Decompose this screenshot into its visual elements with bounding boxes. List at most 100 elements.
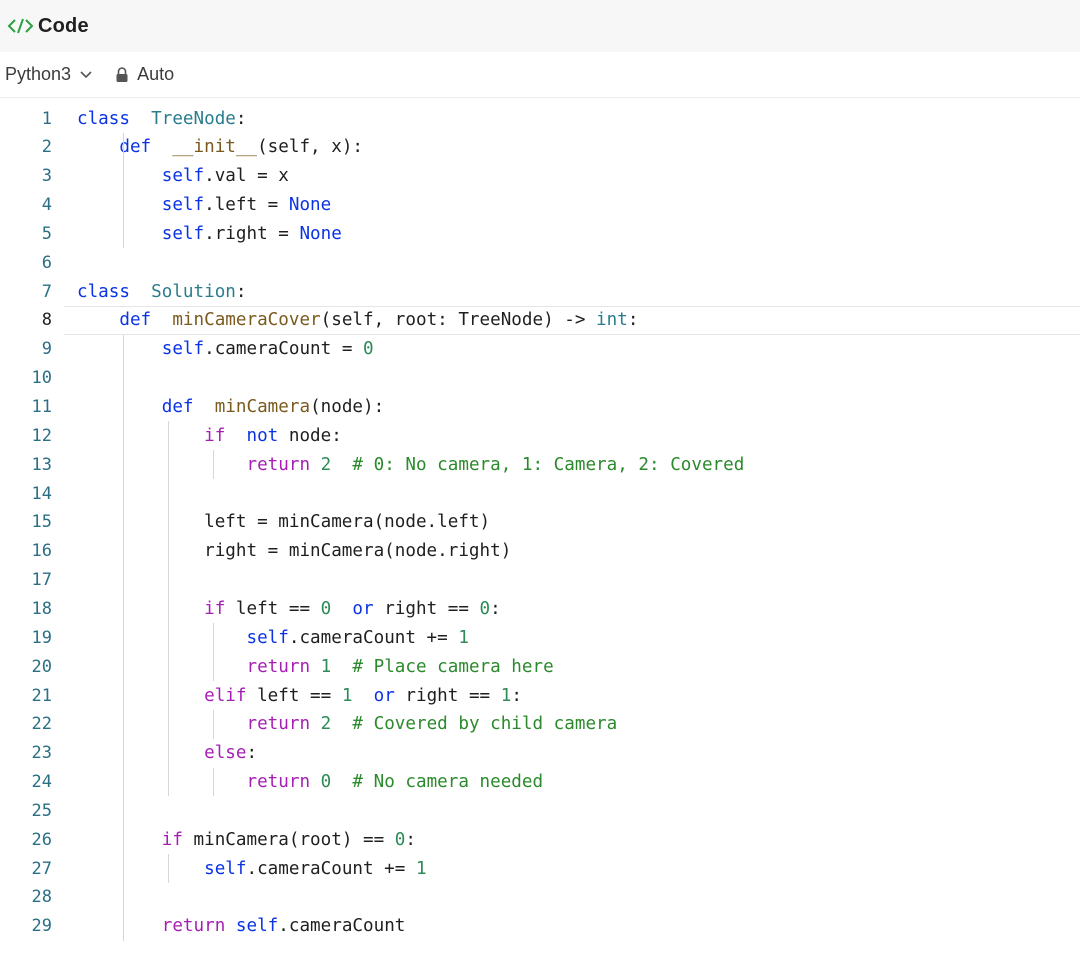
code-token: 2 (320, 454, 332, 475)
code-token: def (161, 397, 194, 417)
code-line[interactable]: 25 (0, 796, 1080, 825)
indent-guide (213, 709, 214, 739)
code-editor[interactable]: 1 class TreeNode: 2 def __init__(self, x):… (0, 104, 1080, 960)
code-text: self.left = None (77, 195, 332, 215)
code-line[interactable]: 21 elif left == 1 or right == 1: (0, 681, 1080, 710)
code-text: self.cameraCount += 1 (77, 858, 426, 879)
code-line[interactable]: 14 (0, 479, 1080, 508)
line-number: 17 (31, 570, 52, 591)
code-token: class (77, 281, 130, 302)
code-token: minCameraCover (172, 310, 321, 331)
line-number: 23 (31, 743, 52, 764)
line-number: 11 (31, 397, 52, 417)
code-token: 0 (394, 829, 406, 850)
line-number: 20 (31, 656, 52, 677)
code-token: # 0: No camera, 1: Camera, 2: Covered (352, 454, 745, 475)
code-line[interactable]: 29 return self.cameraCount (0, 912, 1080, 941)
code-token: (self, root: TreeNode) -> (320, 310, 597, 331)
code-token: self (204, 858, 247, 879)
code-token: : (511, 685, 522, 706)
code-line[interactable]: 24 return 0 # No camera needed (0, 768, 1080, 797)
code-token: else (204, 743, 247, 764)
code-token: 1 (320, 656, 332, 677)
code-token: : (235, 108, 247, 129)
code-line[interactable]: 4 self.left = None (0, 191, 1080, 220)
auto-mode-indicator[interactable]: Auto (115, 64, 174, 85)
code-token: 0 (363, 339, 374, 360)
editor-toolbar: Python3 Auto (0, 52, 1080, 98)
code-token: None (299, 223, 342, 244)
code-text: right = minCamera(node.right) (77, 541, 511, 561)
line-number: 3 (41, 166, 52, 187)
line-number: 1 (41, 108, 52, 129)
code-line[interactable]: 26 if minCamera(root) == 0: (0, 825, 1080, 854)
code-panel-header: Code (0, 0, 1080, 52)
code-text: if minCamera(root) == 0: (77, 830, 416, 850)
code-token: (self, x): (257, 137, 364, 158)
line-number: 8 (41, 310, 52, 331)
code-line[interactable]: 9 self.cameraCount = 0 (0, 335, 1080, 364)
code-line[interactable]: 3 self.val = x (0, 162, 1080, 191)
mode-label: Auto (137, 64, 175, 84)
code-text: left = minCamera(node.left) (77, 512, 490, 532)
code-line[interactable]: 28 (0, 883, 1080, 912)
code-token: elif (204, 685, 247, 706)
indent-guide (123, 334, 124, 941)
code-line[interactable]: 11 def minCamera(node): (0, 393, 1080, 422)
code-line[interactable]: 8 def minCameraCover(self, root: TreeNod… (42, 305, 1080, 335)
code-line[interactable]: 23 else: (0, 739, 1080, 768)
code-line[interactable]: 7 class Solution: (0, 277, 1080, 306)
line-number: 10 (31, 368, 52, 389)
code-line[interactable]: 18 if left == 0 or right == 0: (0, 594, 1080, 623)
code-line[interactable]: 17 (0, 566, 1080, 595)
code-line[interactable]: 2 def __init__(self, x): (0, 133, 1080, 162)
indent-guide (168, 421, 169, 797)
code-text: self.right = None (77, 224, 342, 244)
code-line[interactable]: 12 if not node: (0, 421, 1080, 450)
code-line[interactable]: 19 self.cameraCount += 1 (0, 623, 1080, 652)
code-line[interactable]: 22 return 2 # Covered by child camera (0, 710, 1080, 739)
code-line[interactable]: 20 return 1 # Place camera here (0, 652, 1080, 681)
code-line[interactable]: 16 right = minCamera(node.right) (0, 537, 1080, 566)
code-line[interactable]: 10 (0, 364, 1080, 393)
language-select[interactable]: Python3 (5, 64, 93, 85)
code-text: if not node: (77, 426, 342, 446)
code-line[interactable]: 1 class TreeNode: (0, 104, 1080, 133)
code-line[interactable]: 13 return 2 # 0: No camera, 1: Camera, 2… (0, 450, 1080, 479)
code-token: 1 (341, 685, 353, 706)
code-line[interactable]: 6 (0, 248, 1080, 277)
code-text: class Solution: (77, 282, 247, 302)
code-token: # Covered by child camera (352, 714, 618, 735)
line-number: 6 (41, 252, 52, 273)
code-token: 0 (320, 598, 332, 619)
code-line[interactable]: 15 left = minCamera(node.left) (0, 508, 1080, 537)
code-line[interactable]: 5 self.right = None (0, 219, 1080, 248)
indent-guide (213, 767, 214, 797)
line-number: 26 (31, 829, 52, 850)
code-text: self.val = x (77, 166, 289, 186)
code-token: self (161, 339, 205, 360)
code-token: return (246, 656, 311, 677)
code-line[interactable]: 27 self.cameraCount += 1 (0, 854, 1080, 883)
code-token: TreeNode (151, 108, 236, 129)
indent-guide (213, 623, 214, 681)
code-text: def minCameraCover(self, root: TreeNode)… (77, 310, 638, 330)
line-number: 29 (31, 916, 52, 937)
code-token: .cameraCount = (204, 339, 364, 360)
code-text: elif left == 1 or right == 1: (77, 686, 522, 706)
code-token: def (119, 137, 152, 158)
line-number: 25 (31, 800, 52, 821)
code-token: 1 (458, 627, 469, 648)
code-token: .cameraCount += (246, 858, 416, 879)
